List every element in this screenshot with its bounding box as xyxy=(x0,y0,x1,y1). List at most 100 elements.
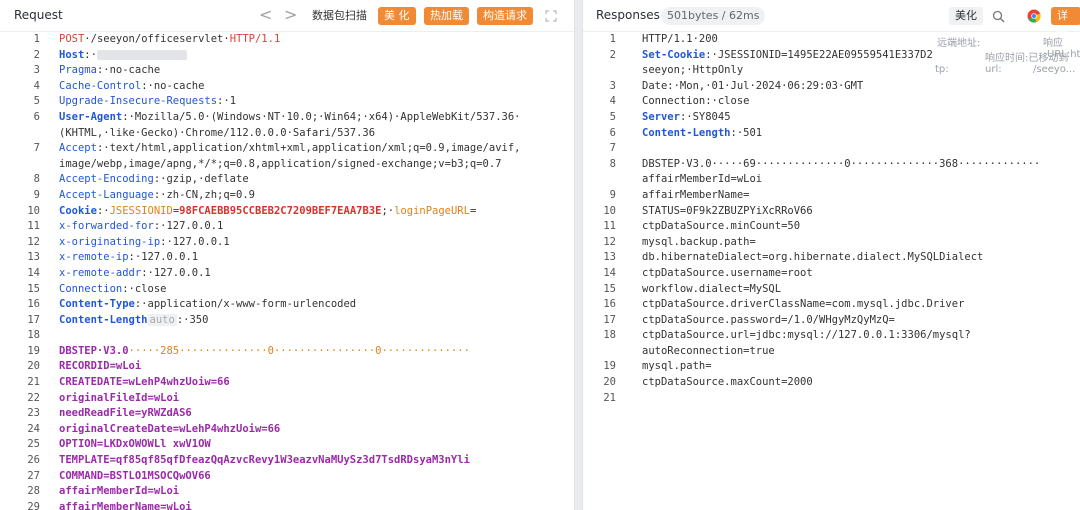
code-line[interactable]: 4 Cache-Control:·no-cache xyxy=(0,79,574,95)
code-line[interactable]: 14 ctpDataSource.username=root xyxy=(583,266,1080,282)
code-line[interactable]: 3 Date:·Mon,·01·Jul·2024·06:29:03·GMT xyxy=(583,79,1080,95)
line-number xyxy=(583,344,642,360)
hot-load-button[interactable]: 热加载 xyxy=(424,7,469,25)
beautify-button[interactable]: 美化 xyxy=(949,7,983,25)
code-line[interactable]: image/webp,image/apng,*/*;q=0.8,applicat… xyxy=(0,157,574,173)
response-pane: Responses 501bytes / 62ms 美化 详 情 1 HTTP/1… xyxy=(582,0,1080,510)
line-number: 26 xyxy=(27,454,40,467)
code-line[interactable]: 13 db.hibernateDialect=org.hibernate.dial… xyxy=(583,250,1080,266)
chevron-left-icon[interactable]: < xyxy=(259,5,272,24)
build-request-button[interactable]: 构造请求 xyxy=(477,7,533,25)
code-token: STATUS=0F9k2ZBUZPYiXcRRoV66 xyxy=(642,204,813,217)
code-line[interactable]: 2 Host:· xyxy=(0,48,574,64)
code-line[interactable]: 18 xyxy=(0,328,574,344)
code-line[interactable]: autoReconnection=true xyxy=(583,344,1080,360)
code-token: :·close xyxy=(122,282,167,295)
code-line[interactable]: 10 Cookie:·JSESSIONID = 98FCAEBB95CCBEB2C72… xyxy=(0,204,574,220)
code-token: originalFileId=wLoi xyxy=(59,391,180,404)
code-line[interactable]: 29 affairMemberName=wLoi xyxy=(0,500,574,510)
chevron-right-icon[interactable]: > xyxy=(284,5,297,24)
code-line[interactable]: 21 CREATEDATE=wLehP4whzUoiw=66 xyxy=(0,375,574,391)
code-line[interactable]: 18 ctpDataSource.url=jdbc:mysql://127.0.0… xyxy=(583,328,1080,344)
code-line[interactable]: 21 xyxy=(583,391,1080,407)
code-line[interactable]: 24 originalCreateDate=wLehP4whzUoiw=66 xyxy=(0,422,574,438)
beautify-button[interactable]: 美 化 xyxy=(378,7,416,25)
code-line[interactable]: 11 x-forwarded-for:·127.0.0.1 xyxy=(0,219,574,235)
scan-button[interactable]: 数据包扫描 xyxy=(306,7,373,25)
code-line[interactable]: 23 needReadFile=yRWZdAS6 xyxy=(0,406,574,422)
code-line[interactable]: 7 xyxy=(583,141,1080,157)
request-editor[interactable]: 1 POST·/seeyon/officeservlet·HTTP/1.1 2 Hos… xyxy=(0,32,574,510)
code-line[interactable]: 12 x-originating-ip:·127.0.0.1 xyxy=(0,235,574,251)
code-line[interactable]: 20 RECORDID=wLoi xyxy=(0,359,574,375)
search-icon[interactable] xyxy=(989,7,1007,25)
code-line[interactable]: 5 Server:·SY8045 xyxy=(583,110,1080,126)
code-line[interactable]: 26 TEMPLATE=qf85qf85qfDfeazQqAzvcRevy1W3e… xyxy=(0,453,574,469)
code-line[interactable]: 17 ctpDataSource.password=/1.0/WHgyMzQyMz… xyxy=(583,313,1080,329)
chrome-icon[interactable] xyxy=(1025,7,1043,25)
code-token: User-Agent xyxy=(59,110,123,123)
line-number: 4 xyxy=(609,95,616,108)
fullscreen-icon[interactable] xyxy=(542,7,560,25)
line-number: 5 xyxy=(609,110,616,123)
code-line[interactable]: 17 Content-Length auto:·350 xyxy=(0,313,574,329)
code-line[interactable]: 13 x-remote-ip:·127.0.0.1 xyxy=(0,250,574,266)
response-editor[interactable]: 1 HTTP/1.1·200 2 Set-Cookie:·JSESSIONID=149… xyxy=(583,32,1080,510)
line-text: TEMPLATE=qf85qf85qfDfeazQqAzvcRevy1W3eaz… xyxy=(59,453,574,469)
code-line[interactable]: 15 workflow.dialect=MySQL xyxy=(583,282,1080,298)
code-line[interactable]: 3 Pragma:·no-cache xyxy=(0,63,574,79)
line-text: x-forwarded-for:·127.0.0.1 xyxy=(59,219,574,235)
code-line[interactable]: 28 affairMemberId=wLoi xyxy=(0,484,574,500)
line-number: 15 xyxy=(27,282,40,295)
code-line[interactable]: 20 ctpDataSource.maxCount=2000 xyxy=(583,375,1080,391)
line-number: 19 xyxy=(27,344,40,357)
code-line[interactable]: 15 Connection:·close xyxy=(0,282,574,298)
code-line[interactable]: 5 Upgrade-Insecure-Requests:·1 xyxy=(0,94,574,110)
code-line[interactable]: 14 x-remote-addr:·127.0.0.1 xyxy=(0,266,574,282)
code-line[interactable]: 4 Connection:·close xyxy=(583,94,1080,110)
code-line[interactable]: 1 HTTP/1.1·200 xyxy=(583,32,1080,48)
code-token: :·501 xyxy=(730,126,763,139)
code-token: Server xyxy=(642,110,680,123)
code-line[interactable]: 25 OPTION=LKDxOWOWLl xwV1OW xyxy=(0,437,574,453)
code-line[interactable]: 19 DBSTEP·V3.0·····285··············0····… xyxy=(0,344,574,360)
code-token: Content-Type xyxy=(59,298,135,311)
code-line[interactable]: 6 User-Agent:·Mozilla/5.0·(Windows·NT·10.… xyxy=(0,110,574,126)
code-line[interactable]: 7 Accept:·text/html,application/xhtml+xml… xyxy=(0,141,574,157)
code-token: ctpDataSource.minCount=50 xyxy=(642,220,801,233)
line-number: 28 xyxy=(27,485,40,498)
code-token: Accept xyxy=(59,142,97,155)
code-line[interactable]: (KHTML,·like·Gecko)·Chrome/112.0.0.0·Saf… xyxy=(0,126,574,142)
line-text: Accept-Language:·zh-CN,zh;q=0.9 xyxy=(59,188,574,204)
detail-button[interactable]: 详 情 xyxy=(1051,7,1080,40)
line-text: Accept:·text/html,application/xhtml+xml,… xyxy=(59,141,574,157)
line-number xyxy=(0,126,59,142)
code-line[interactable]: 8 DBSTEP·V3.0·····69··············0······… xyxy=(583,157,1080,173)
line-number: 12 xyxy=(603,235,616,248)
line-text: RECORDID=wLoi xyxy=(59,359,574,375)
code-line[interactable]: 16 ctpDataSource.driverClassName=com.mysq… xyxy=(583,297,1080,313)
code-line[interactable]: 27 COMMAND=BSTLO1MSOCQwOV66 xyxy=(0,469,574,485)
line-number xyxy=(0,157,59,173)
code-line[interactable]: 10 STATUS=0F9k2ZBUZPYiXcRRoV66 xyxy=(583,204,1080,220)
code-token: DBSTEP·V3.0·····69··············0·······… xyxy=(642,157,1041,170)
line-number: 27 xyxy=(27,469,40,482)
code-line[interactable]: 12 mysql.backup.path= xyxy=(583,235,1080,251)
code-token: x-forwarded-for xyxy=(59,220,154,233)
code-line[interactable]: 19 mysql.path= xyxy=(583,359,1080,375)
line-text xyxy=(642,141,1080,157)
code-token: 98FCAEBB95CCBEB2C7209BEF7EAA7B3E xyxy=(179,204,382,217)
code-line[interactable]: 9 affairMemberName= xyxy=(583,188,1080,204)
code-token: ctpDataSource.maxCount=2000 xyxy=(642,376,813,389)
url-path-overlay: /seeyo... xyxy=(1033,64,1076,75)
code-line[interactable]: 1 POST·/seeyon/officeservlet·HTTP/1.1 xyxy=(0,32,574,48)
code-line[interactable]: 6 Content-Length:·501 xyxy=(583,126,1080,142)
line-text xyxy=(59,328,574,344)
code-line[interactable]: 16 Content-Type:·application/x-www-form-u… xyxy=(0,297,574,313)
code-line[interactable]: affairMemberId=wLoi xyxy=(583,172,1080,188)
code-line[interactable]: 8 Accept-Encoding:·gzip,·deflate xyxy=(0,172,574,188)
code-line[interactable]: 22 originalFileId=wLoi xyxy=(0,391,574,407)
line-text: Upgrade-Insecure-Requests:·1 xyxy=(59,94,574,110)
code-line[interactable]: 11 ctpDataSource.minCount=50 xyxy=(583,219,1080,235)
code-line[interactable]: 9 Accept-Language:·zh-CN,zh;q=0.9 xyxy=(0,188,574,204)
